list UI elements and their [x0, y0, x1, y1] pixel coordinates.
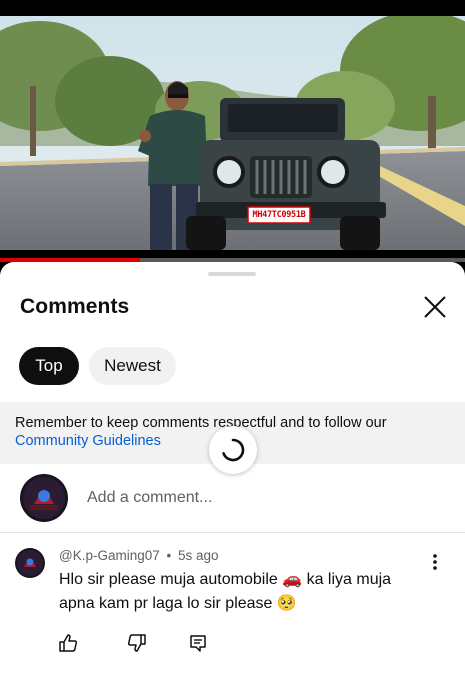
loading-spinner — [209, 426, 257, 474]
gamer-logo-icon — [15, 548, 45, 578]
drag-handle[interactable] — [208, 272, 256, 276]
community-guidelines-link[interactable]: Community Guidelines — [15, 433, 161, 449]
notice-text: Remember to keep comments respectful and… — [15, 415, 387, 431]
comment-more-button[interactable] — [428, 552, 442, 572]
reply-button[interactable] — [187, 632, 209, 654]
like-icon — [59, 634, 77, 652]
spinner-icon — [222, 438, 245, 462]
dislike-button[interactable] — [126, 632, 148, 654]
comment-author-avatar[interactable] — [15, 548, 45, 578]
gamer-logo-icon — [20, 474, 68, 522]
add-comment-input[interactable]: Add a comment... — [87, 489, 212, 507]
like-button[interactable] — [57, 632, 79, 654]
comments-title: Comments — [20, 295, 130, 318]
divider — [0, 532, 465, 533]
comment-author[interactable]: @K.p-Gaming07 — [59, 548, 160, 563]
comment-text-line: Hlo sir please muja automobile 🚗 ka liya… — [59, 571, 392, 588]
dislike-icon — [128, 634, 146, 652]
comment-meta: @K.p-Gaming07 • 5s ago — [59, 548, 219, 563]
filter-chip-top[interactable]: Top — [19, 347, 79, 385]
comment-text-line: apna kam pr laga lo sir please 🥺 — [59, 595, 297, 612]
more-vertical-icon — [433, 554, 437, 570]
status-bar — [0, 0, 465, 16]
comment-text: Hlo sir please muja automobile 🚗 ka liya… — [59, 568, 429, 616]
close-button[interactable] — [420, 292, 450, 322]
video-frame — [0, 16, 465, 250]
user-avatar[interactable] — [20, 474, 68, 522]
filter-chip-newest[interactable]: Newest — [89, 347, 176, 385]
close-icon — [424, 296, 446, 318]
comment-time: 5s ago — [178, 548, 219, 563]
license-plate-text: MH47TC0951B — [252, 210, 306, 220]
reply-icon — [190, 635, 206, 652]
video-player[interactable] — [0, 16, 465, 250]
comments-sheet: Comments Top Newest Remember to keep com… — [0, 262, 465, 678]
meta-separator: • — [166, 548, 172, 563]
